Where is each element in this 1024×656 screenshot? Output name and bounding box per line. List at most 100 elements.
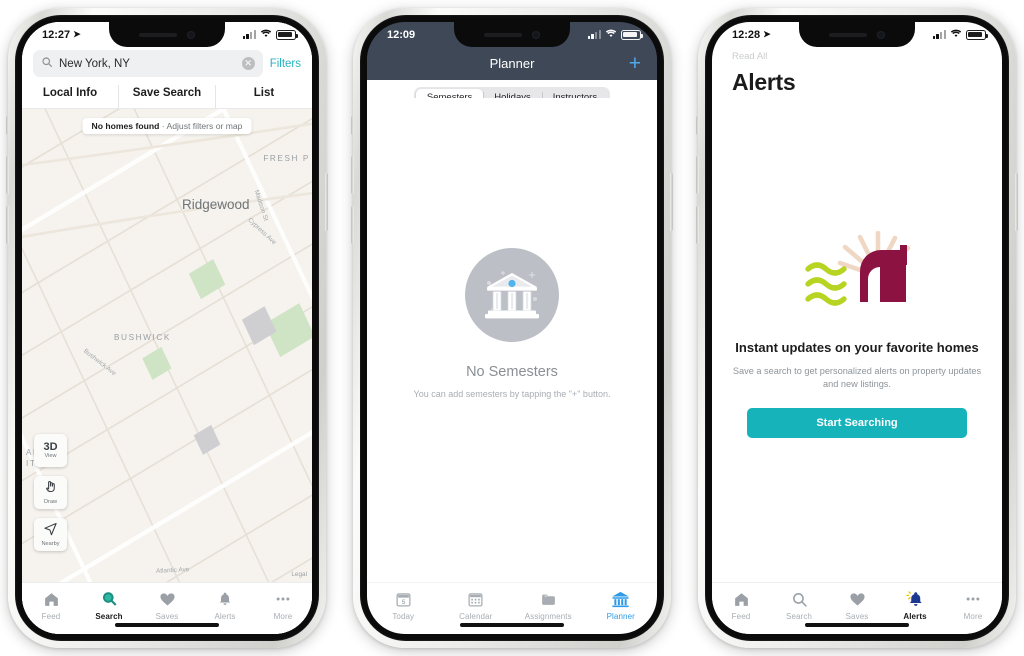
tabbar-label-alerts: Alerts [903, 612, 927, 621]
status-time: 12:28 [732, 28, 761, 41]
volume-up-button[interactable] [6, 156, 9, 194]
tabbar-label-more: More [963, 612, 983, 621]
status-left: 12:09 [387, 29, 415, 41]
tabbar-item-more[interactable]: More [944, 589, 1002, 621]
screen-real-estate: No homes found · Adjust filters or map R… [22, 22, 312, 634]
clear-search-button[interactable]: ✕ [241, 57, 255, 70]
tabbar-item-saves[interactable]: Saves [828, 589, 886, 621]
cellular-signal-icon [242, 30, 256, 39]
map-legal-link[interactable]: Legal [291, 571, 307, 578]
heart-icon [849, 589, 866, 609]
tabbar-item-saves[interactable]: Saves [138, 589, 196, 621]
empty-state-title: No Semesters [466, 363, 558, 380]
tabbar-item-more[interactable]: More [254, 589, 312, 621]
battery-icon [276, 29, 298, 40]
status-left: 12:28 ➤ [732, 29, 771, 41]
tabbar-label-today: Today [392, 612, 415, 621]
volume-down-button[interactable] [6, 206, 9, 244]
home-indicator[interactable] [805, 623, 909, 627]
tab-local-info[interactable]: Local Info [22, 85, 119, 108]
tabbar-label-search: Search [95, 612, 123, 621]
map-3d-label: 3D [43, 440, 58, 453]
page-title: Planner [489, 56, 535, 71]
status-left: 12:27 ➤ [42, 29, 81, 41]
power-button[interactable] [325, 173, 328, 231]
search-icon [41, 55, 53, 73]
wifi-icon [260, 29, 272, 41]
home-indicator[interactable] [115, 623, 219, 627]
ellipsis-icon [964, 589, 982, 609]
tabbar-item-alerts[interactable]: Alerts [196, 589, 254, 621]
ellipsis-icon [274, 589, 292, 609]
power-button[interactable] [670, 173, 673, 231]
planner-navbar: Planner + [367, 47, 657, 80]
mute-switch[interactable] [351, 116, 354, 135]
tab-save-search[interactable]: Save Search [119, 85, 216, 108]
calendar-day-icon: 5 [395, 589, 412, 609]
location-arrow-icon: ➤ [763, 29, 771, 39]
tabbar-label-planner: Planner [606, 612, 635, 621]
search-header: 12:27 ➤ New York, NY ✕ Filters Local Inf… [22, 22, 312, 109]
status-right [242, 29, 298, 41]
search-input[interactable]: New York, NY ✕ [33, 50, 263, 77]
map-draw-button[interactable]: Draw [34, 476, 67, 509]
search-tabs: Local Info Save Search List [22, 85, 312, 109]
search-row: New York, NY ✕ Filters [22, 47, 312, 85]
map-draw-sub: Draw [43, 499, 58, 506]
tabbar-item-planner[interactable]: Planner [585, 589, 658, 621]
home-icon [733, 589, 750, 609]
tabbar-label-saves: Saves [845, 612, 869, 621]
read-all-button[interactable]: Read All [732, 51, 982, 62]
hand-draw-icon [43, 479, 58, 499]
tabbar-item-calendar[interactable]: Calendar [440, 589, 513, 621]
bell-icon [906, 589, 924, 609]
bank-building-icon [611, 589, 630, 609]
status-right [587, 29, 643, 41]
tabbar-label-feed: Feed [731, 612, 751, 621]
bank-building-icon [465, 247, 559, 342]
tab-list[interactable]: List [216, 85, 312, 108]
status-time: 12:09 [387, 28, 416, 41]
location-arrow-icon: ➤ [73, 29, 81, 39]
heart-icon [159, 589, 176, 609]
add-semester-button[interactable]: + [629, 53, 641, 74]
mute-switch[interactable] [6, 116, 9, 135]
status-bar: 12:28 ➤ [712, 22, 1002, 47]
volume-down-button[interactable] [351, 206, 354, 244]
filters-button[interactable]: Filters [270, 58, 301, 70]
power-button[interactable] [1015, 173, 1018, 231]
map-3d-view-button[interactable]: 3D View [34, 434, 67, 467]
tabbar-item-search[interactable]: Search [770, 589, 828, 621]
tabbar-label-feed: Feed [41, 612, 61, 621]
tabbar-item-search[interactable]: Search [80, 589, 138, 621]
empty-state-title: Instant updates on your favorite homes [735, 339, 979, 355]
volume-up-button[interactable] [351, 156, 354, 194]
tabbar-item-feed[interactable]: Feed [22, 589, 80, 621]
status-time: 12:27 [42, 28, 71, 41]
cellular-signal-icon [932, 30, 946, 39]
map-nearby-sub: Nearby [41, 541, 60, 548]
tabbar-item-today[interactable]: 5 Today [367, 589, 440, 621]
map-3d-sub: View [44, 452, 57, 459]
map-canvas[interactable]: No homes found · Adjust filters or map R… [22, 22, 312, 634]
start-searching-button[interactable]: Start Searching [747, 408, 967, 439]
tabbar-item-assignments[interactable]: Assignments [512, 589, 585, 621]
mute-switch[interactable] [696, 116, 699, 135]
mailbox-icon [798, 230, 916, 322]
volume-up-button[interactable] [696, 156, 699, 194]
search-input-value: New York, NY [59, 57, 130, 70]
map-controls: 3D View Draw Nearby [34, 434, 67, 560]
phone-real-estate-search: No homes found · Adjust filters or map R… [6, 8, 328, 648]
tabbar-item-alerts[interactable]: Alerts [886, 589, 944, 621]
map-label-ridgewood: Ridgewood [182, 197, 250, 212]
search-icon [100, 589, 118, 609]
page-title: Alerts [732, 69, 796, 95]
home-icon [43, 589, 60, 609]
calendar-grid-icon [467, 589, 484, 609]
map-nearby-button[interactable]: Nearby [34, 518, 67, 551]
cellular-signal-icon [587, 30, 601, 39]
status-bar: 12:27 ➤ [22, 22, 312, 47]
home-indicator[interactable] [460, 623, 564, 627]
tabbar-item-feed[interactable]: Feed [712, 589, 770, 621]
volume-down-button[interactable] [696, 206, 699, 244]
